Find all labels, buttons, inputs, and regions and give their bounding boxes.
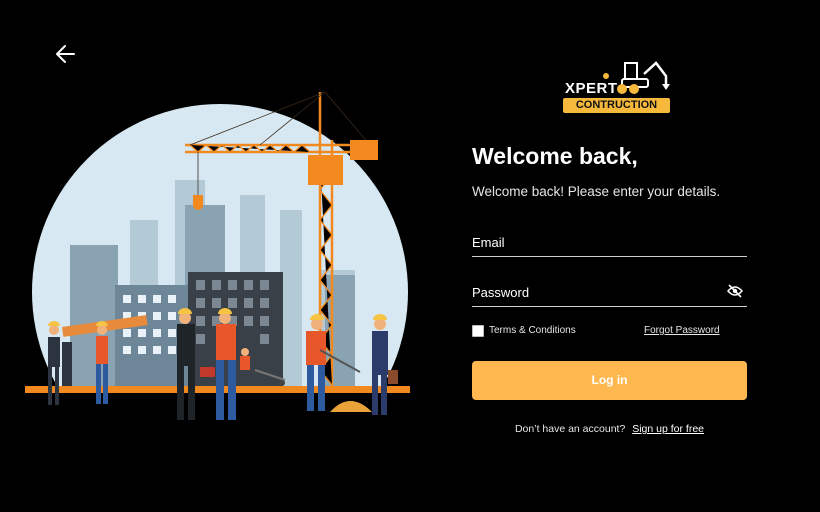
- email-input[interactable]: [472, 233, 722, 255]
- page-subtitle: Welcome back! Please enter your details.: [472, 184, 721, 199]
- eye-off-icon: [727, 284, 743, 298]
- login-button[interactable]: Log in: [472, 361, 747, 400]
- password-input[interactable]: [472, 283, 722, 305]
- construction-illustration: [20, 91, 420, 430]
- brand-name: XPERT: [565, 80, 618, 97]
- page-title: Welcome back,: [472, 143, 638, 169]
- terms-label: Terms & Conditions: [489, 325, 576, 336]
- brand-subtitle: CONTRUCTION: [563, 98, 670, 113]
- signup-prompt: Don’t have an account?: [514, 423, 626, 435]
- terms-checkbox[interactable]: [472, 325, 484, 337]
- back-button[interactable]: [52, 40, 80, 68]
- signup-row: Don’t have an account? Sign up for free: [472, 423, 747, 435]
- forgot-password-link[interactable]: Forgot Password: [644, 325, 720, 336]
- signup-link[interactable]: Sign up for free: [632, 423, 704, 435]
- arrow-left-icon: [56, 45, 75, 63]
- email-underline: [472, 256, 747, 257]
- password-underline: [472, 306, 747, 307]
- password-visibility-toggle[interactable]: [727, 284, 743, 298]
